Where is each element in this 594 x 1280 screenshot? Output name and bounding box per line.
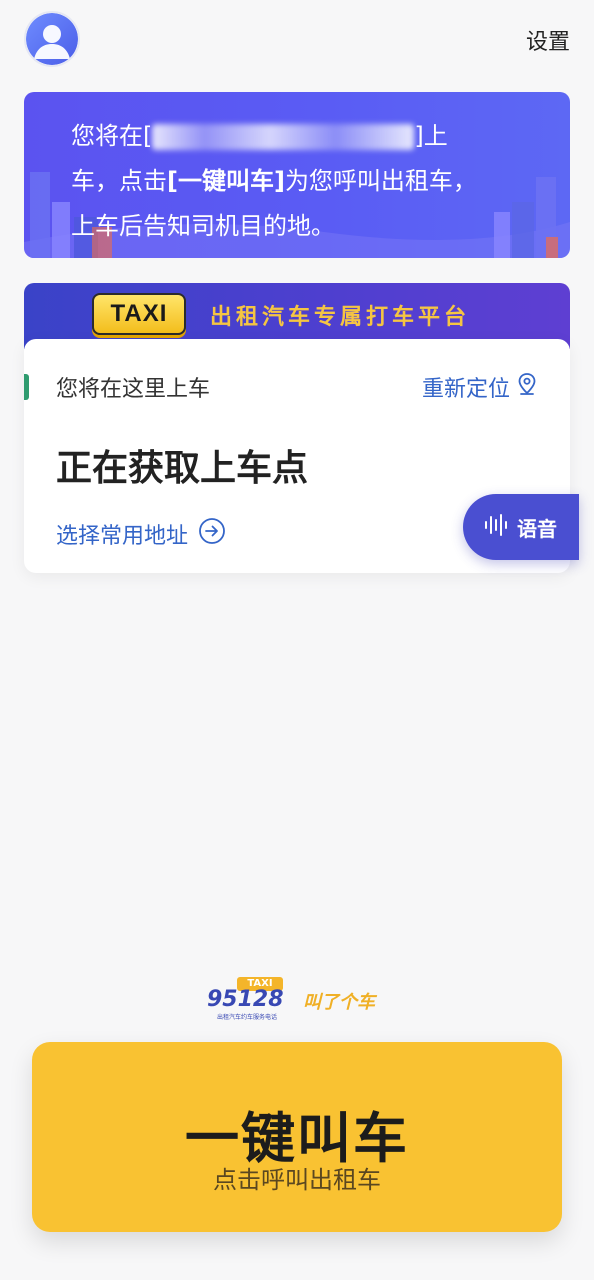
location-pin-icon [516,372,538,402]
one-tap-call-taxi-button[interactable]: 一键叫车 点击呼叫出租车 [32,1042,562,1232]
banner-text: 您将在[ ]上 车，点击[一键叫车]为您呼叫出租车， 上车后告知司机目的地。 [71,114,521,249]
logo-number: 95128 [207,987,284,1012]
relocate-label: 重新定位 [421,377,510,402]
choose-common-address-button[interactable]: 选择常用地址 [56,517,226,551]
blurred-address [152,124,415,150]
choose-address-label: 选择常用地址 [56,524,189,549]
banner-line2-bold: [一键叫车] [167,167,285,195]
user-avatar-icon[interactable] [24,11,80,67]
pickup-status: 正在获取上车点 [56,448,309,489]
logo-subtitle: 出租汽车约车服务电话 [217,1014,278,1021]
section-marker [24,374,29,400]
taxi-sign-icon: TAXI [92,293,186,335]
banner-line3: 上车后告知司机目的地。 [71,212,335,240]
settings-button[interactable]: 设置 [526,24,570,56]
voice-input-button[interactable]: 语音 [463,494,579,560]
banner-line2-prefix: 车，点击 [71,167,167,195]
pickup-heading: 您将在这里上车 [56,377,211,402]
arrow-right-circle-icon [198,517,226,551]
banner-line1-suffix: ]上 [414,122,448,150]
voice-label: 语音 [517,516,557,541]
relocate-button[interactable]: 重新定位 [422,371,538,403]
sound-wave-icon [483,512,509,543]
banner-line1-prefix: 您将在[ [71,122,153,150]
pickup-notice-banner: 您将在[ ]上 车，点击[一键叫车]为您呼叫出租车， 上车后告知司机目的地。 [24,92,570,258]
call-button-sublabel: 点击呼叫出租车 [213,1166,381,1194]
platform-title: 出租汽车专属打车平台 [210,305,471,330]
banner-line2-suffix: 为您呼叫出租车， [284,167,477,195]
logo-slogan: 叫了个车 [303,992,375,1013]
95128-logo: TAXI 95128 叫了个车 出租汽车约车服务电话 [205,975,390,1025]
